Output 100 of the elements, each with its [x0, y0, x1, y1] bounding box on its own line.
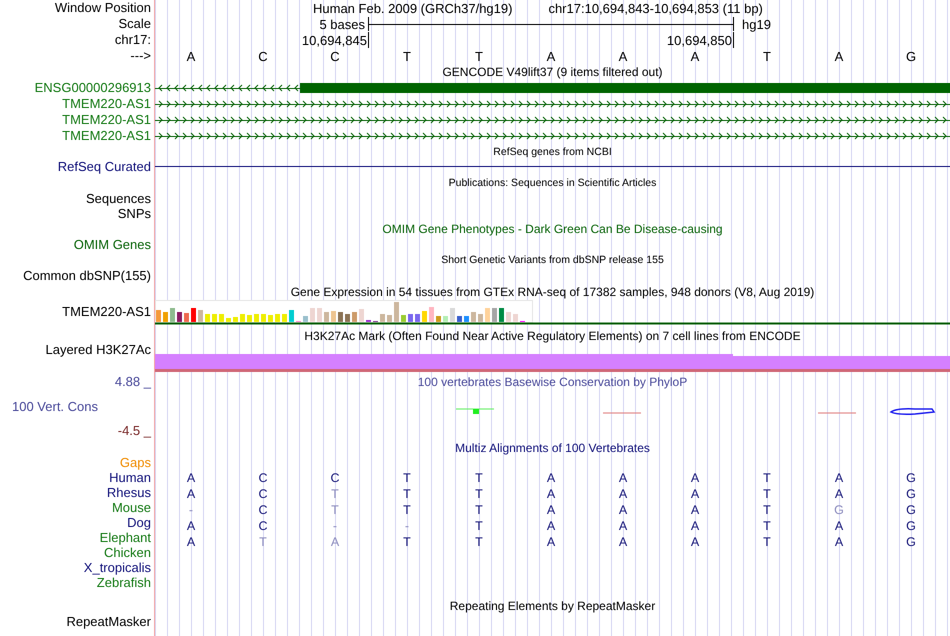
scale-text: 5 bases: [318, 16, 366, 32]
strand-label[interactable]: --->: [130, 48, 151, 64]
base-letter: T: [402, 48, 412, 64]
track-title: OMIM Gene Phenotypes - Dark Green Can Be Disease-causing: [382, 221, 723, 237]
aligned-base: A: [690, 503, 700, 517]
aligned-base: A: [834, 519, 844, 533]
aligned-base: T: [762, 519, 772, 533]
track-label[interactable]: Layered H3K27Ac: [45, 342, 151, 358]
track-title: Gene Expression in 54 tissues from GTEx RNA-seq of 17382 samples, 948 donors (V8, Aug 2019): [290, 284, 814, 300]
species-label[interactable]: Mouse: [112, 500, 151, 516]
aligned-base: T: [474, 503, 484, 517]
base-letter: C: [257, 48, 269, 64]
species-label[interactable]: Elephant: [100, 530, 151, 546]
track-title: Multiz Alignments of 100 Vertebrates: [455, 440, 650, 456]
track-label[interactable]: RepeatMasker: [66, 614, 151, 630]
aligned-base: -: [188, 503, 194, 517]
aligned-base: T: [762, 471, 772, 485]
species-label[interactable]: X_tropicalis: [84, 560, 151, 576]
aligned-base: C: [257, 487, 269, 501]
track-label[interactable]: SNPs: [118, 206, 151, 222]
aligned-base: A: [618, 471, 628, 485]
aligned-base: A: [546, 519, 556, 533]
coordinate-text: 10,694,850: [666, 32, 733, 48]
aligned-base: T: [474, 535, 484, 549]
axis-min-label: -4.5 _: [118, 423, 151, 439]
gene-label[interactable]: TMEM220-AS1: [62, 112, 151, 128]
aligned-base: T: [762, 487, 772, 501]
track-label[interactable]: 100 Vert. Cons: [12, 399, 98, 415]
base-letter: T: [762, 48, 772, 64]
aligned-base: A: [546, 503, 556, 517]
aligned-base: T: [330, 503, 340, 517]
aligned-base: A: [834, 535, 844, 549]
track-title: H3K27Ac Mark (Often Found Near Active Regulatory Elements) on 7 cell lines from ENCODE: [304, 328, 801, 344]
aligned-base: G: [905, 471, 917, 485]
base-letter: A: [546, 48, 556, 64]
track-label[interactable]: RefSeq Curated: [58, 158, 151, 174]
track-title: Publications: Sequences in Scientific Articles: [448, 176, 656, 191]
aligned-base: G: [905, 519, 917, 533]
base-letter: G: [904, 48, 918, 64]
track-label[interactable]: Common dbSNP(155): [23, 268, 151, 284]
aligned-base: A: [186, 535, 196, 549]
aligned-base: A: [618, 535, 628, 549]
aligned-base: T: [402, 471, 412, 485]
aligned-base: -: [404, 519, 410, 533]
aligned-base: A: [834, 471, 844, 485]
aligned-base: G: [833, 503, 845, 517]
row-label: chr17:: [114, 32, 151, 48]
aligned-base: T: [402, 487, 412, 501]
assembly-text: hg19: [741, 16, 771, 32]
species-label[interactable]: Dog: [127, 514, 151, 530]
gene-label[interactable]: TMEM220-AS1: [62, 96, 151, 112]
base-letter: A: [186, 48, 196, 64]
track-title: Short Genetic Variants from dbSNP release 155: [441, 253, 664, 268]
aligned-base: A: [546, 487, 556, 501]
aligned-base: A: [618, 503, 628, 517]
aligned-base: A: [186, 471, 196, 485]
aligned-base: A: [834, 487, 844, 501]
aligned-base: A: [690, 487, 700, 501]
track-title: RefSeq genes from NCBI: [493, 145, 612, 160]
aligned-base: C: [329, 471, 341, 485]
base-letter: A: [618, 48, 628, 64]
aligned-base: A: [330, 535, 340, 549]
base-letter: T: [474, 48, 484, 64]
species-label[interactable]: Human: [109, 470, 151, 486]
aligned-base: T: [474, 519, 484, 533]
assembly-text: Human Feb. 2009 (GRCh37/hg19): [313, 0, 512, 16]
aligned-base: A: [690, 471, 700, 485]
gene-model-drawing[interactable]: [155, 80, 950, 96]
aligned-base: T: [402, 503, 412, 517]
aligned-base: C: [257, 503, 269, 517]
aligned-base: A: [690, 535, 700, 549]
base-letter: A: [690, 48, 700, 64]
position-text[interactable]: chr17:10,694,843-10,694,853 (11 bp): [548, 0, 763, 16]
aligned-base: G: [905, 535, 917, 549]
species-label[interactable]: Zebrafish: [96, 574, 151, 590]
aligned-base: T: [402, 535, 412, 549]
aligned-base: G: [905, 503, 917, 517]
aligned-base: T: [762, 535, 772, 549]
species-label[interactable]: Rhesus: [106, 484, 151, 500]
coordinate-text: 10,694,845: [300, 32, 368, 48]
aligned-base: T: [258, 535, 268, 549]
aligned-base: A: [618, 519, 628, 533]
aligned-base: T: [474, 487, 484, 501]
aligned-base: C: [257, 519, 269, 533]
aligned-base: C: [257, 471, 269, 485]
base-letter: C: [329, 48, 341, 64]
gene-label[interactable]: ENSG00000296913: [34, 80, 151, 96]
track-label[interactable]: OMIM Genes: [74, 236, 151, 252]
gene-label[interactable]: TMEM220-AS1: [62, 128, 151, 144]
track-title: GENCODE V49lift37 (9 items filtered out): [442, 64, 663, 80]
track-label[interactable]: Sequences: [86, 190, 151, 206]
species-label[interactable]: Chicken: [104, 544, 151, 560]
aligned-base: G: [905, 487, 917, 501]
aligned-base: T: [762, 503, 772, 517]
track-label[interactable]: TMEM220-AS1: [62, 304, 151, 320]
axis-max-label: 4.88 _: [114, 374, 151, 390]
expression-bars-drawing[interactable]: [155, 300, 950, 326]
row-label: Scale: [118, 16, 151, 32]
aligned-base: -: [332, 519, 338, 533]
track-title: Repeating Elements by RepeatMasker: [450, 598, 656, 614]
